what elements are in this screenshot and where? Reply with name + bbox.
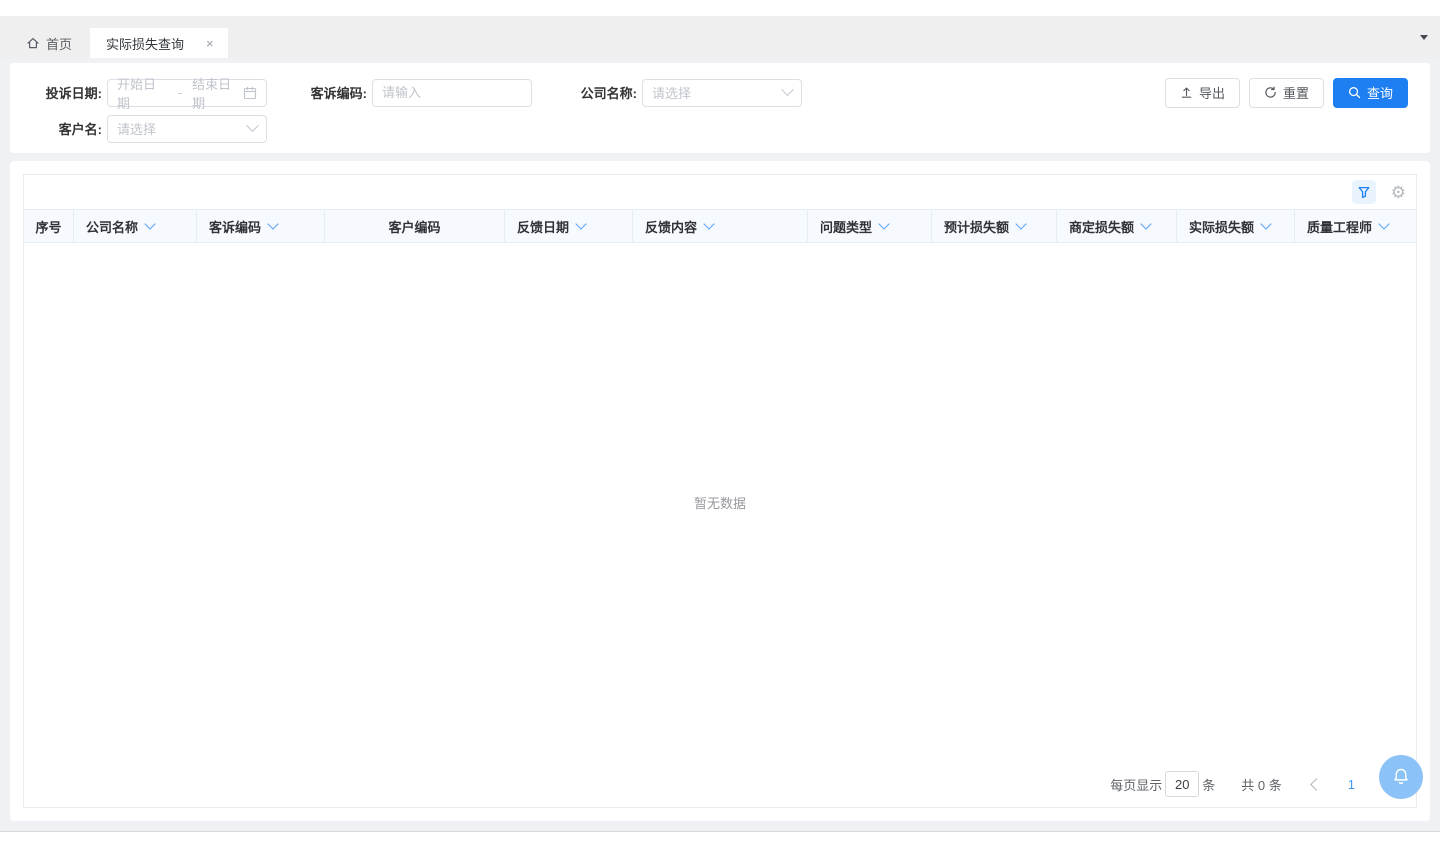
table-body-empty: 暂无数据 <box>24 243 1416 761</box>
th-feedback-date[interactable]: 反馈日期 <box>505 210 633 242</box>
th-customer-code: 客户编码 <box>325 210 505 242</box>
chevron-left-icon[interactable] <box>1310 778 1323 791</box>
th-estimated-loss-label: 预计损失额 <box>944 217 1009 236</box>
refresh-icon <box>1264 86 1277 99</box>
chevron-down-icon <box>781 83 794 96</box>
th-seq: 序号 <box>24 210 74 242</box>
filter-row-1: 投诉日期: 开始日期 - 结束日期 客诉编码: <box>40 78 1408 107</box>
th-company-name[interactable]: 公司名称 <box>74 210 197 242</box>
funnel-icon[interactable] <box>1352 180 1376 204</box>
search-button[interactable]: 查询 <box>1333 78 1408 108</box>
complaint-date-range-picker[interactable]: 开始日期 - 结束日期 <box>107 79 267 107</box>
reset-button[interactable]: 重置 <box>1249 78 1324 108</box>
reset-button-label: 重置 <box>1283 83 1309 102</box>
table-toolbar: ⚙ <box>24 175 1416 209</box>
sort-chevron-icon <box>878 218 889 229</box>
company-name-select[interactable]: 请选择 <box>642 79 802 107</box>
search-button-label: 查询 <box>1367 83 1393 102</box>
sort-chevron-icon <box>267 218 278 229</box>
filter-panel: 投诉日期: 开始日期 - 结束日期 客诉编码: <box>10 63 1430 153</box>
company-name-label: 公司名称: <box>575 83 637 102</box>
close-icon[interactable]: × <box>206 37 214 50</box>
sort-chevron-icon <box>1378 218 1389 229</box>
home-icon <box>26 36 40 50</box>
th-actual-loss[interactable]: 实际损失额 <box>1177 210 1295 242</box>
complaint-code-input[interactable] <box>372 79 532 107</box>
current-page-number[interactable]: 1 <box>1348 777 1355 792</box>
tab-actual-loss-query[interactable]: 实际损失查询 × <box>90 28 228 58</box>
th-complaint-code-label: 客诉编码 <box>209 217 261 236</box>
th-company-name-label: 公司名称 <box>86 217 138 236</box>
tab-home-label: 首页 <box>46 34 72 53</box>
total-count-label: 共 0 条 <box>1241 775 1281 794</box>
th-complaint-code[interactable]: 客诉编码 <box>197 210 325 242</box>
tab-bar: 首页 实际损失查询 × <box>0 16 1440 58</box>
sort-chevron-icon <box>575 218 586 229</box>
th-quality-engineer-label: 质量工程师 <box>1307 217 1372 236</box>
th-customer-code-label: 客户编码 <box>388 217 440 236</box>
date-end-placeholder: 结束日期 <box>192 74 243 112</box>
th-agreed-loss-label: 商定损失额 <box>1069 217 1134 236</box>
date-separator: - <box>178 85 182 100</box>
caret-down-icon[interactable] <box>1420 35 1428 40</box>
export-button-label: 导出 <box>1199 83 1225 102</box>
bell-icon <box>1390 766 1412 788</box>
main-panel: ⚙ 序号 公司名称 客诉编码 客户编码 <box>10 161 1430 821</box>
sort-chevron-icon <box>703 218 714 229</box>
tab-active-label: 实际损失查询 <box>106 34 184 53</box>
sort-chevron-icon <box>144 218 155 229</box>
export-button[interactable]: 导出 <box>1165 78 1240 108</box>
th-feedback-content[interactable]: 反馈内容 <box>633 210 808 242</box>
gear-icon[interactable]: ⚙ <box>1391 184 1406 201</box>
calendar-icon <box>243 86 257 100</box>
empty-state-text: 暂无数据 <box>694 493 746 512</box>
th-estimated-loss[interactable]: 预计损失额 <box>932 210 1057 242</box>
th-agreed-loss[interactable]: 商定损失额 <box>1057 210 1177 242</box>
th-seq-label: 序号 <box>36 217 62 236</box>
date-start-placeholder: 开始日期 <box>117 74 168 112</box>
per-page-label: 每页显示 <box>1110 775 1162 794</box>
pagination: 每页显示 条 共 0 条 1 <box>24 761 1416 807</box>
complaint-date-label: 投诉日期: <box>40 83 102 102</box>
chevron-down-icon <box>246 119 259 132</box>
upload-icon <box>1180 86 1193 99</box>
tab-home[interactable]: 首页 <box>10 28 90 58</box>
filter-row-2: 客户名: 请选择 <box>40 114 1408 143</box>
filter-actions: 导出 重置 <box>1165 78 1408 108</box>
th-feedback-content-label: 反馈内容 <box>645 217 697 236</box>
sort-chevron-icon <box>1015 218 1026 229</box>
customer-select-placeholder: 请选择 <box>117 119 156 138</box>
per-page-unit: 条 <box>1202 775 1215 794</box>
search-icon <box>1348 86 1361 99</box>
th-quality-engineer[interactable]: 质量工程师 <box>1295 210 1416 242</box>
th-problem-type[interactable]: 问题类型 <box>808 210 932 242</box>
complaint-code-label: 客诉编码: <box>305 83 367 102</box>
customer-name-select[interactable]: 请选择 <box>107 115 267 143</box>
th-actual-loss-label: 实际损失额 <box>1189 217 1254 236</box>
th-problem-type-label: 问题类型 <box>820 217 872 236</box>
sort-chevron-icon <box>1260 218 1271 229</box>
customer-name-label: 客户名: <box>40 119 102 138</box>
per-page-input[interactable] <box>1165 771 1199 797</box>
th-feedback-date-label: 反馈日期 <box>517 217 569 236</box>
page-background: 首页 实际损失查询 × 投诉日期: 开始日期 - 结束日期 <box>0 16 1440 832</box>
table-container: ⚙ 序号 公司名称 客诉编码 客户编码 <box>23 174 1417 808</box>
company-select-placeholder: 请选择 <box>652 83 691 102</box>
sort-chevron-icon <box>1140 218 1151 229</box>
app-window: 首页 实际损失查询 × 投诉日期: 开始日期 - 结束日期 <box>0 0 1440 860</box>
notification-fab[interactable] <box>1379 755 1423 799</box>
table-header-row: 序号 公司名称 客诉编码 客户编码 反馈日期 <box>24 209 1416 243</box>
